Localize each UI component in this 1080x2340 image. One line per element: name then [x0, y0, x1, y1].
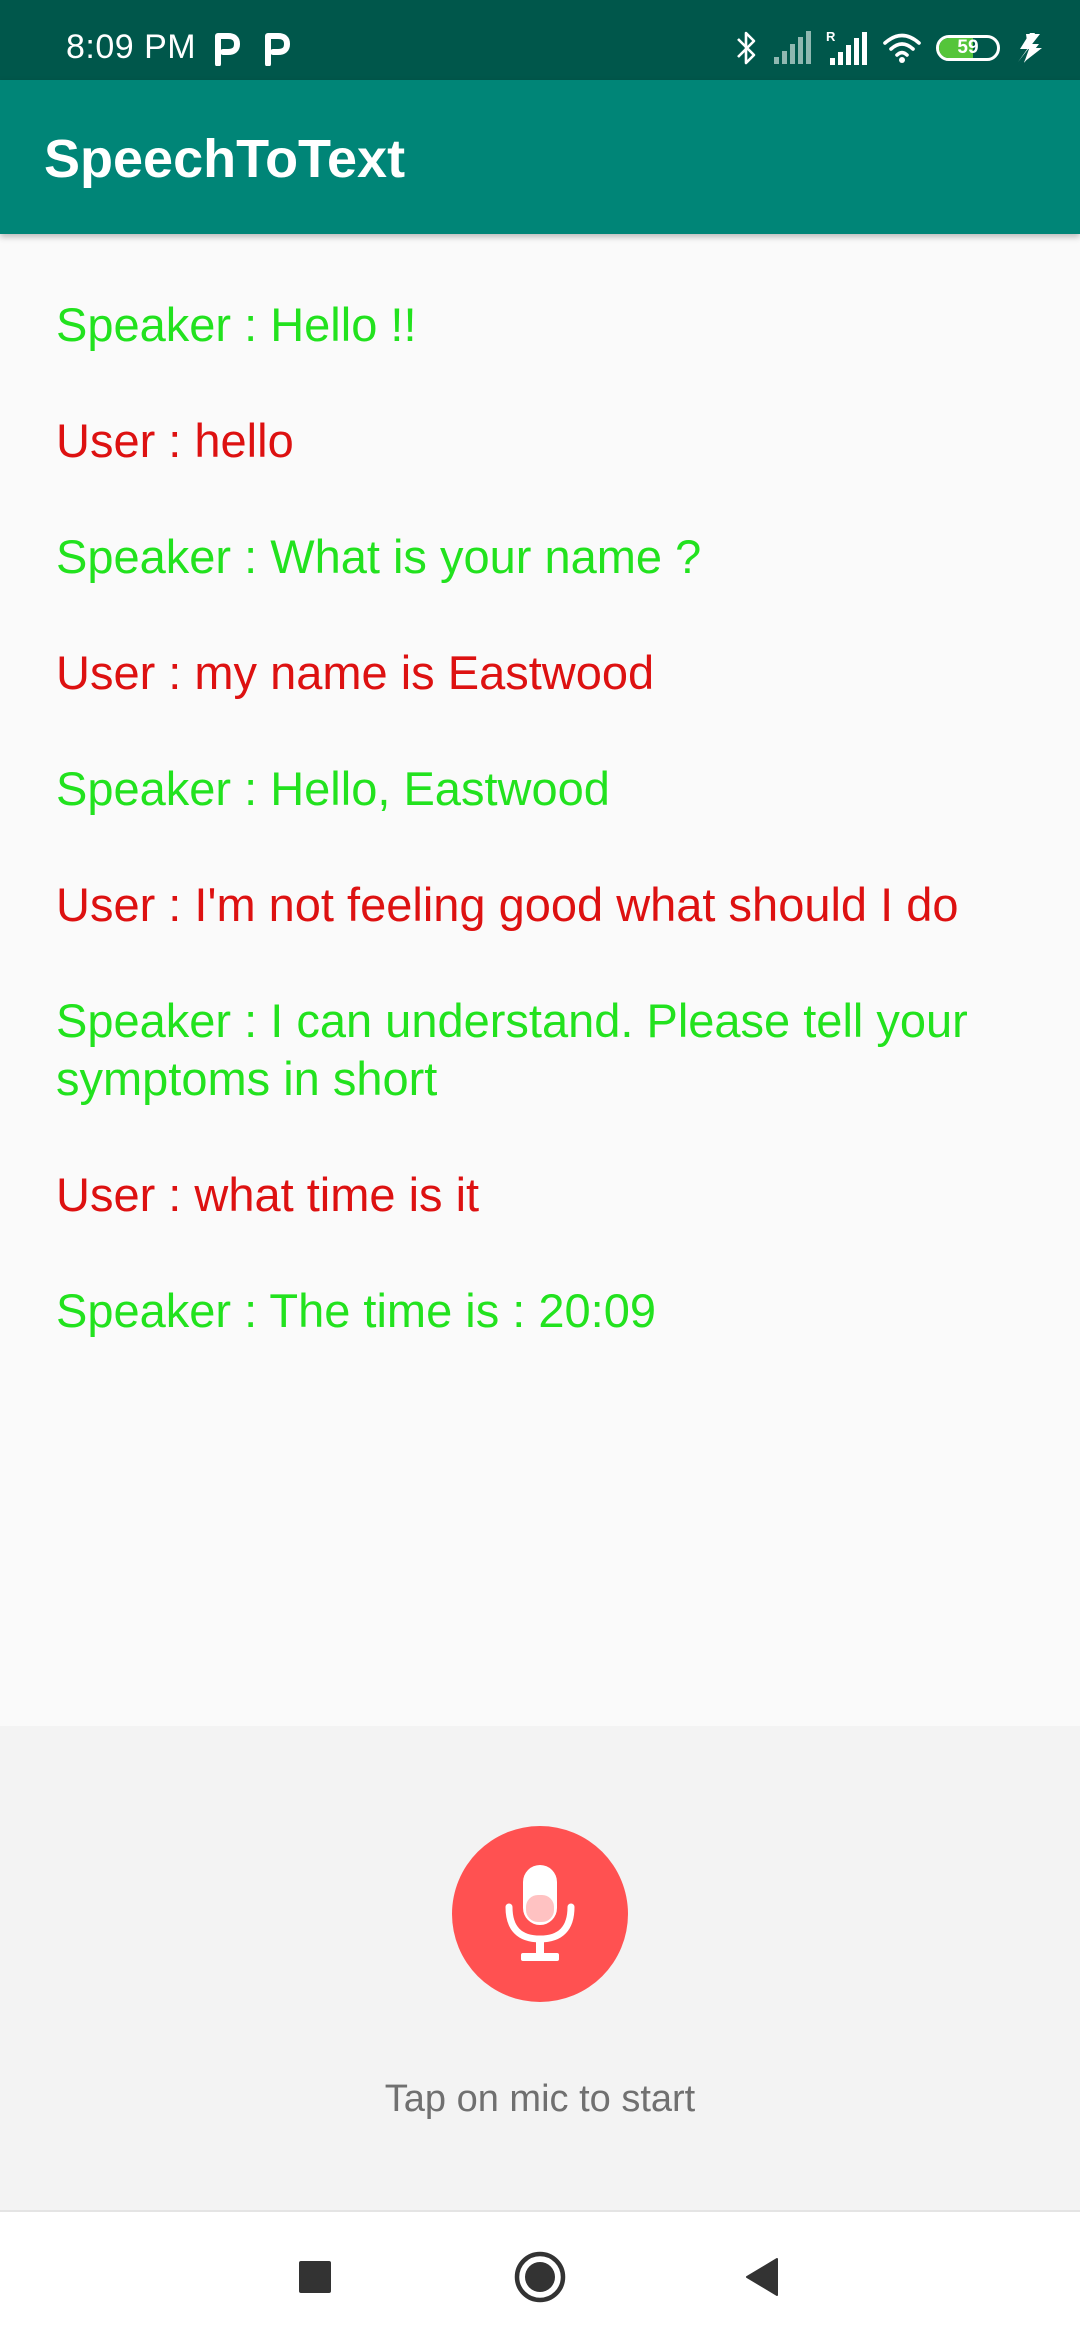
p-notification-icon: [265, 33, 290, 66]
home-button[interactable]: [505, 2242, 575, 2312]
back-button[interactable]: [728, 2242, 798, 2312]
user-message: User : what time is it: [56, 1168, 480, 1221]
microphone-icon: [505, 1865, 575, 1961]
status-icons: R 59: [734, 26, 1044, 70]
battery-icon: 59: [936, 35, 1000, 61]
back-triangle-icon: [746, 2258, 778, 2296]
mic-panel: Tap on mic to start: [0, 1726, 1080, 2210]
speaker-message: Speaker : What is your name ?: [56, 530, 702, 583]
charging-icon: [1018, 33, 1042, 63]
speaker-message: Speaker : Hello, Eastwood: [56, 762, 610, 815]
speaker-message: Speaker : The time is : 20:09: [56, 1284, 657, 1337]
status-bar: 8:09 PM R 59: [0, 0, 1080, 80]
battery-level-text: 59: [957, 37, 979, 58]
conversation-list: Speaker : Hello !! User : hello Speaker …: [0, 234, 1080, 1726]
roaming-signal-icon: R: [826, 29, 867, 65]
user-message: User : I'm not feeling good what should …: [56, 878, 959, 931]
wifi-icon: [883, 33, 921, 63]
signal-icon: [774, 31, 811, 64]
home-circle-icon: [514, 2251, 566, 2303]
screen: 8:09 PM R 59 SpeechToText Speaker: Hell…: [0, 0, 1080, 2340]
app-title: SpeechToText: [44, 129, 406, 189]
p-notification-icon: [215, 33, 240, 66]
user-message: User : my name is Eastwood: [56, 646, 655, 699]
bluetooth-icon: [737, 31, 756, 65]
navigation-bar: [0, 2210, 1080, 2340]
svg-text:R: R: [826, 29, 836, 44]
recents-square-icon: [299, 2261, 331, 2293]
app-bar: SpeechToText: [0, 80, 1080, 234]
user-message: User : hello: [56, 414, 294, 467]
mic-button[interactable]: [452, 1826, 628, 2002]
mic-hint-text: Tap on mic to start: [384, 2078, 696, 2120]
speaker-message: Speaker : I can understand. Please tell …: [56, 994, 968, 1105]
status-time: 8:09 PM: [66, 28, 197, 66]
speaker-message: Speaker : Hello !!: [56, 298, 417, 351]
recents-button[interactable]: [280, 2242, 350, 2312]
